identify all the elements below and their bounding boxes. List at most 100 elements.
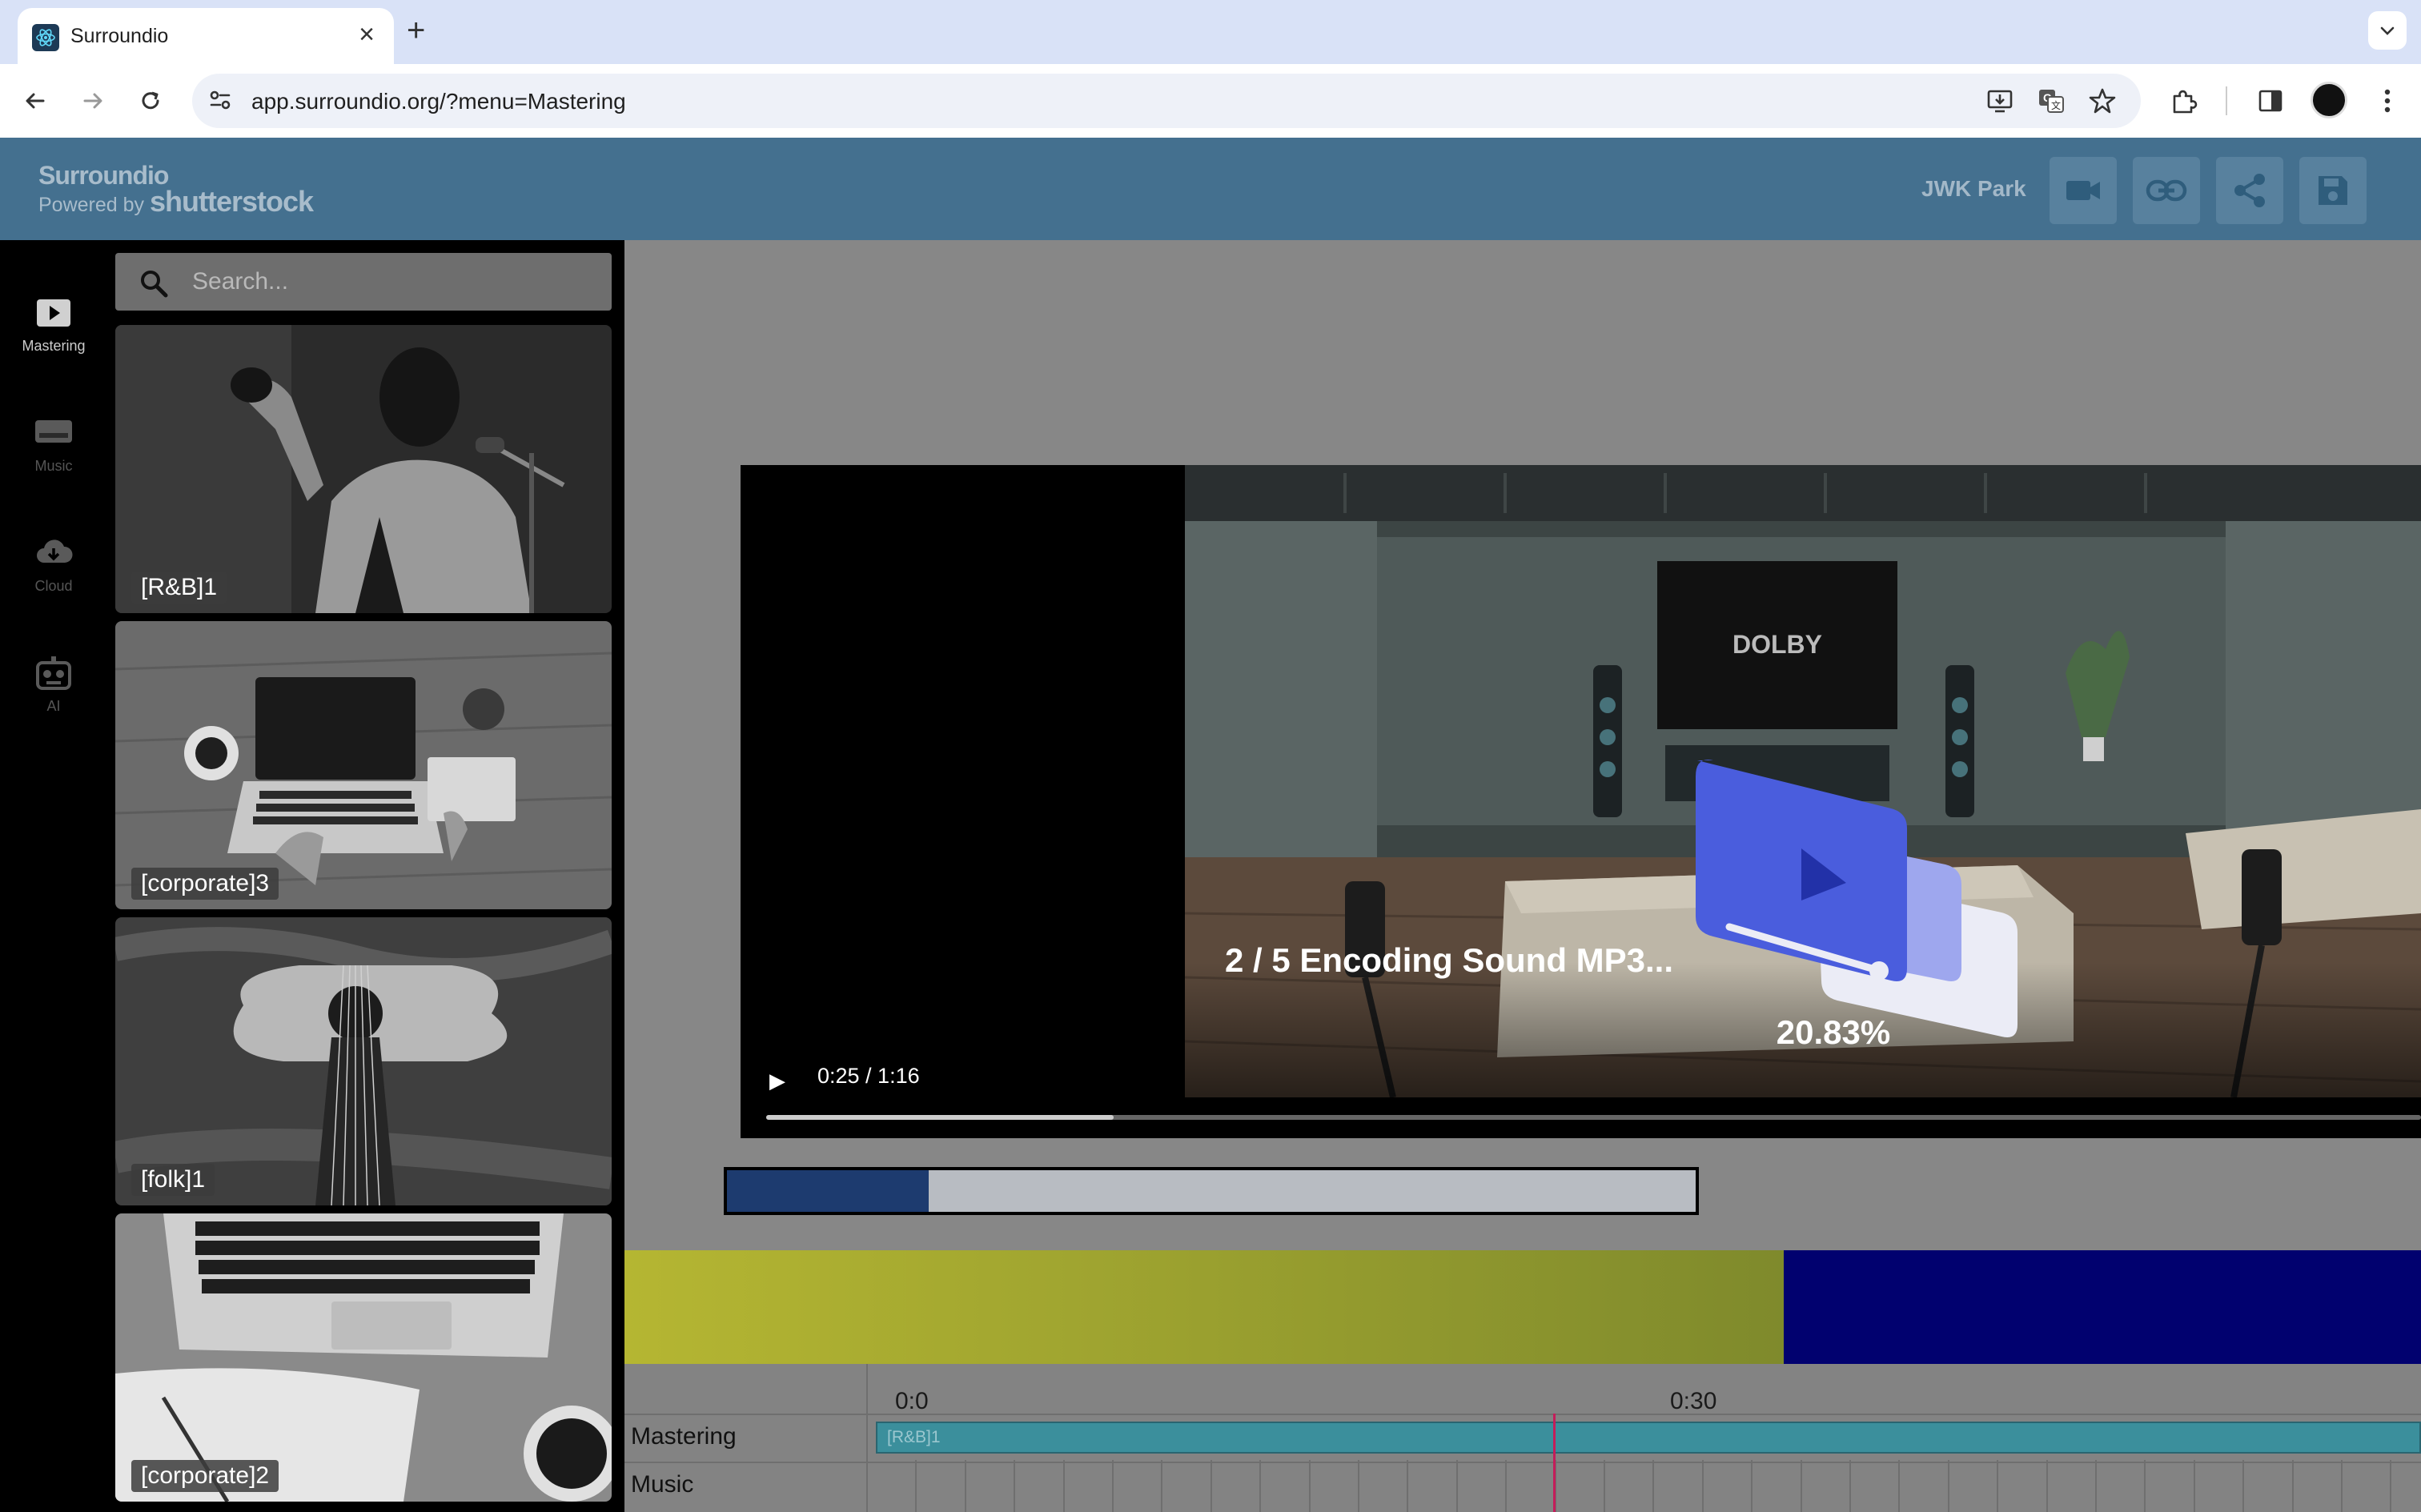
card-label: [corporate]2 xyxy=(131,1460,279,1492)
grid-tick xyxy=(1456,1460,1458,1512)
save-button[interactable] xyxy=(2299,157,2367,224)
video-camera-button[interactable] xyxy=(2050,157,2117,224)
grid-tick xyxy=(1801,1460,1802,1512)
video-time: 0:25 / 1:16 xyxy=(817,1064,920,1088)
video-player[interactable]: DOLBY ▶ 0:25 / 1:16 xyxy=(741,465,2421,1138)
grid-tick xyxy=(1407,1460,1408,1512)
timeline: 0:0 0:30 Mastering Music [R&B]1 xyxy=(624,1364,2421,1512)
tab-search-button[interactable] xyxy=(2368,11,2407,50)
card-label: [folk]1 xyxy=(131,1164,215,1196)
browser-tab-bar: Surroundio × + xyxy=(0,0,2421,64)
grid-tick xyxy=(915,1460,917,1512)
forward-button[interactable] xyxy=(74,82,112,120)
card-image-laptop xyxy=(115,621,612,909)
search-input[interactable] xyxy=(192,264,592,299)
ruler-label: 0:0 xyxy=(895,1388,929,1414)
waveform-track-primary[interactable] xyxy=(624,1250,1784,1364)
waveform-track-secondary[interactable] xyxy=(1784,1250,2421,1364)
profile-avatar[interactable] xyxy=(2311,82,2347,118)
music-library-panel: [R&B]1 [corporate]3 [folk]1 xyxy=(107,240,624,1512)
mastering-stage: DOLBY ▶ 0:25 / 1:16 2 / 5 Encoding Sound… xyxy=(624,240,2421,1512)
grid-tick xyxy=(1505,1460,1507,1512)
library-card[interactable]: [R&B]1 xyxy=(115,325,612,613)
row-label-mastering: Mastering xyxy=(631,1423,737,1450)
rail-label: Mastering xyxy=(22,338,86,354)
play-square-icon xyxy=(31,293,76,333)
browser-toolbar: app.surroundio.org/?menu=Mastering G文 xyxy=(0,64,2421,138)
tab-close-icon[interactable]: × xyxy=(351,18,383,50)
grid-tick xyxy=(2242,1460,2244,1512)
video-seek-bar[interactable] xyxy=(766,1115,2421,1120)
install-app-icon[interactable] xyxy=(1984,85,2016,117)
arrow-right-icon xyxy=(83,93,102,109)
clip-label: [R&B]1 xyxy=(887,1428,941,1446)
copy-link-button[interactable] xyxy=(2133,157,2200,224)
site-settings-icon[interactable] xyxy=(207,86,234,118)
grid-tick xyxy=(965,1460,966,1512)
user-name: JWK Park xyxy=(1921,176,2026,201)
grid-tick xyxy=(1849,1460,1851,1512)
card-image-guitar xyxy=(115,917,612,1205)
rail-item-cloud[interactable]: Cloud xyxy=(0,517,107,613)
grid-tick xyxy=(2341,1460,2343,1512)
play-icon[interactable]: ▶ xyxy=(769,1069,785,1093)
translate-icon[interactable]: G文 xyxy=(2035,85,2067,117)
browser-tab[interactable]: Surroundio × xyxy=(18,8,394,64)
toolbar-divider xyxy=(2226,86,2227,115)
encoding-percent: 20.83% xyxy=(1776,1013,1891,1051)
rail-item-mastering[interactable]: Mastering xyxy=(0,277,107,373)
grid-tick xyxy=(1604,1460,1605,1512)
share-button[interactable] xyxy=(2216,157,2283,224)
brand-sub-prefix: Powered by xyxy=(38,194,145,216)
encoding-video-icon xyxy=(1696,760,2018,1037)
chevron-down-icon xyxy=(2380,26,2395,35)
library-card[interactable]: [folk]1 xyxy=(115,917,612,1205)
library-card[interactable]: [corporate]3 xyxy=(115,621,612,909)
brand-logo[interactable]: Surroundio Powered by shutterstock xyxy=(38,162,314,218)
ruler-label: 0:30 xyxy=(1670,1388,1717,1414)
grid-tick xyxy=(2292,1460,2294,1512)
kebab-menu-icon[interactable] xyxy=(2368,82,2407,120)
encoding-progress-fill xyxy=(727,1170,929,1212)
tab-title: Surroundio xyxy=(70,25,169,47)
rail-item-music[interactable]: Music xyxy=(0,397,107,493)
extensions-puzzle-icon[interactable] xyxy=(2165,82,2203,120)
grid-tick xyxy=(1702,1460,1704,1512)
grid-tick xyxy=(866,1460,868,1512)
address-bar[interactable]: app.surroundio.org/?menu=Mastering G文 xyxy=(192,74,2141,128)
grid-tick xyxy=(2194,1460,2195,1512)
svg-text:文: 文 xyxy=(2051,99,2061,111)
rail-label: AI xyxy=(46,698,61,714)
back-button[interactable] xyxy=(16,82,54,120)
new-tab-button[interactable]: + xyxy=(407,14,425,46)
card-label: [corporate]3 xyxy=(131,868,279,900)
rail-item-ai[interactable]: AI xyxy=(0,637,107,733)
library-card[interactable]: [corporate]2 xyxy=(115,1213,612,1502)
bookmark-star-icon[interactable] xyxy=(2086,85,2118,117)
grid-tick xyxy=(2390,1460,2391,1512)
grid-tick xyxy=(1309,1460,1311,1512)
card-image-singer xyxy=(115,325,612,613)
music-box-icon xyxy=(31,413,76,453)
encoding-progress-bar xyxy=(724,1167,1699,1215)
grid-tick xyxy=(1358,1460,1359,1512)
search-box[interactable] xyxy=(115,253,612,311)
encoding-status: 2 / 5 Encoding Sound MP3... xyxy=(1224,941,1674,979)
side-panel-icon[interactable] xyxy=(2251,82,2290,120)
timeline-divider xyxy=(624,1462,2421,1463)
video-controls-gradient xyxy=(741,962,2421,1138)
url-text[interactable]: app.surroundio.org/?menu=Mastering xyxy=(251,89,626,114)
rail-label: Cloud xyxy=(34,578,73,594)
video-seek-fill xyxy=(766,1115,1114,1120)
grid-tick xyxy=(1112,1460,1114,1512)
share-icon xyxy=(2234,174,2265,207)
app-header: Surroundio Powered by shutterstock JWK P… xyxy=(0,138,2421,240)
playhead[interactable] xyxy=(1553,1414,1556,1512)
reload-button[interactable] xyxy=(131,82,170,120)
grid-tick xyxy=(1161,1460,1162,1512)
grid-tick xyxy=(1997,1460,1998,1512)
react-favicon-icon xyxy=(32,24,59,51)
timeline-clip[interactable]: [R&B]1 xyxy=(876,1422,2421,1454)
cloud-download-icon xyxy=(31,533,76,573)
dolby-logo: DOLBY xyxy=(1732,630,1822,659)
